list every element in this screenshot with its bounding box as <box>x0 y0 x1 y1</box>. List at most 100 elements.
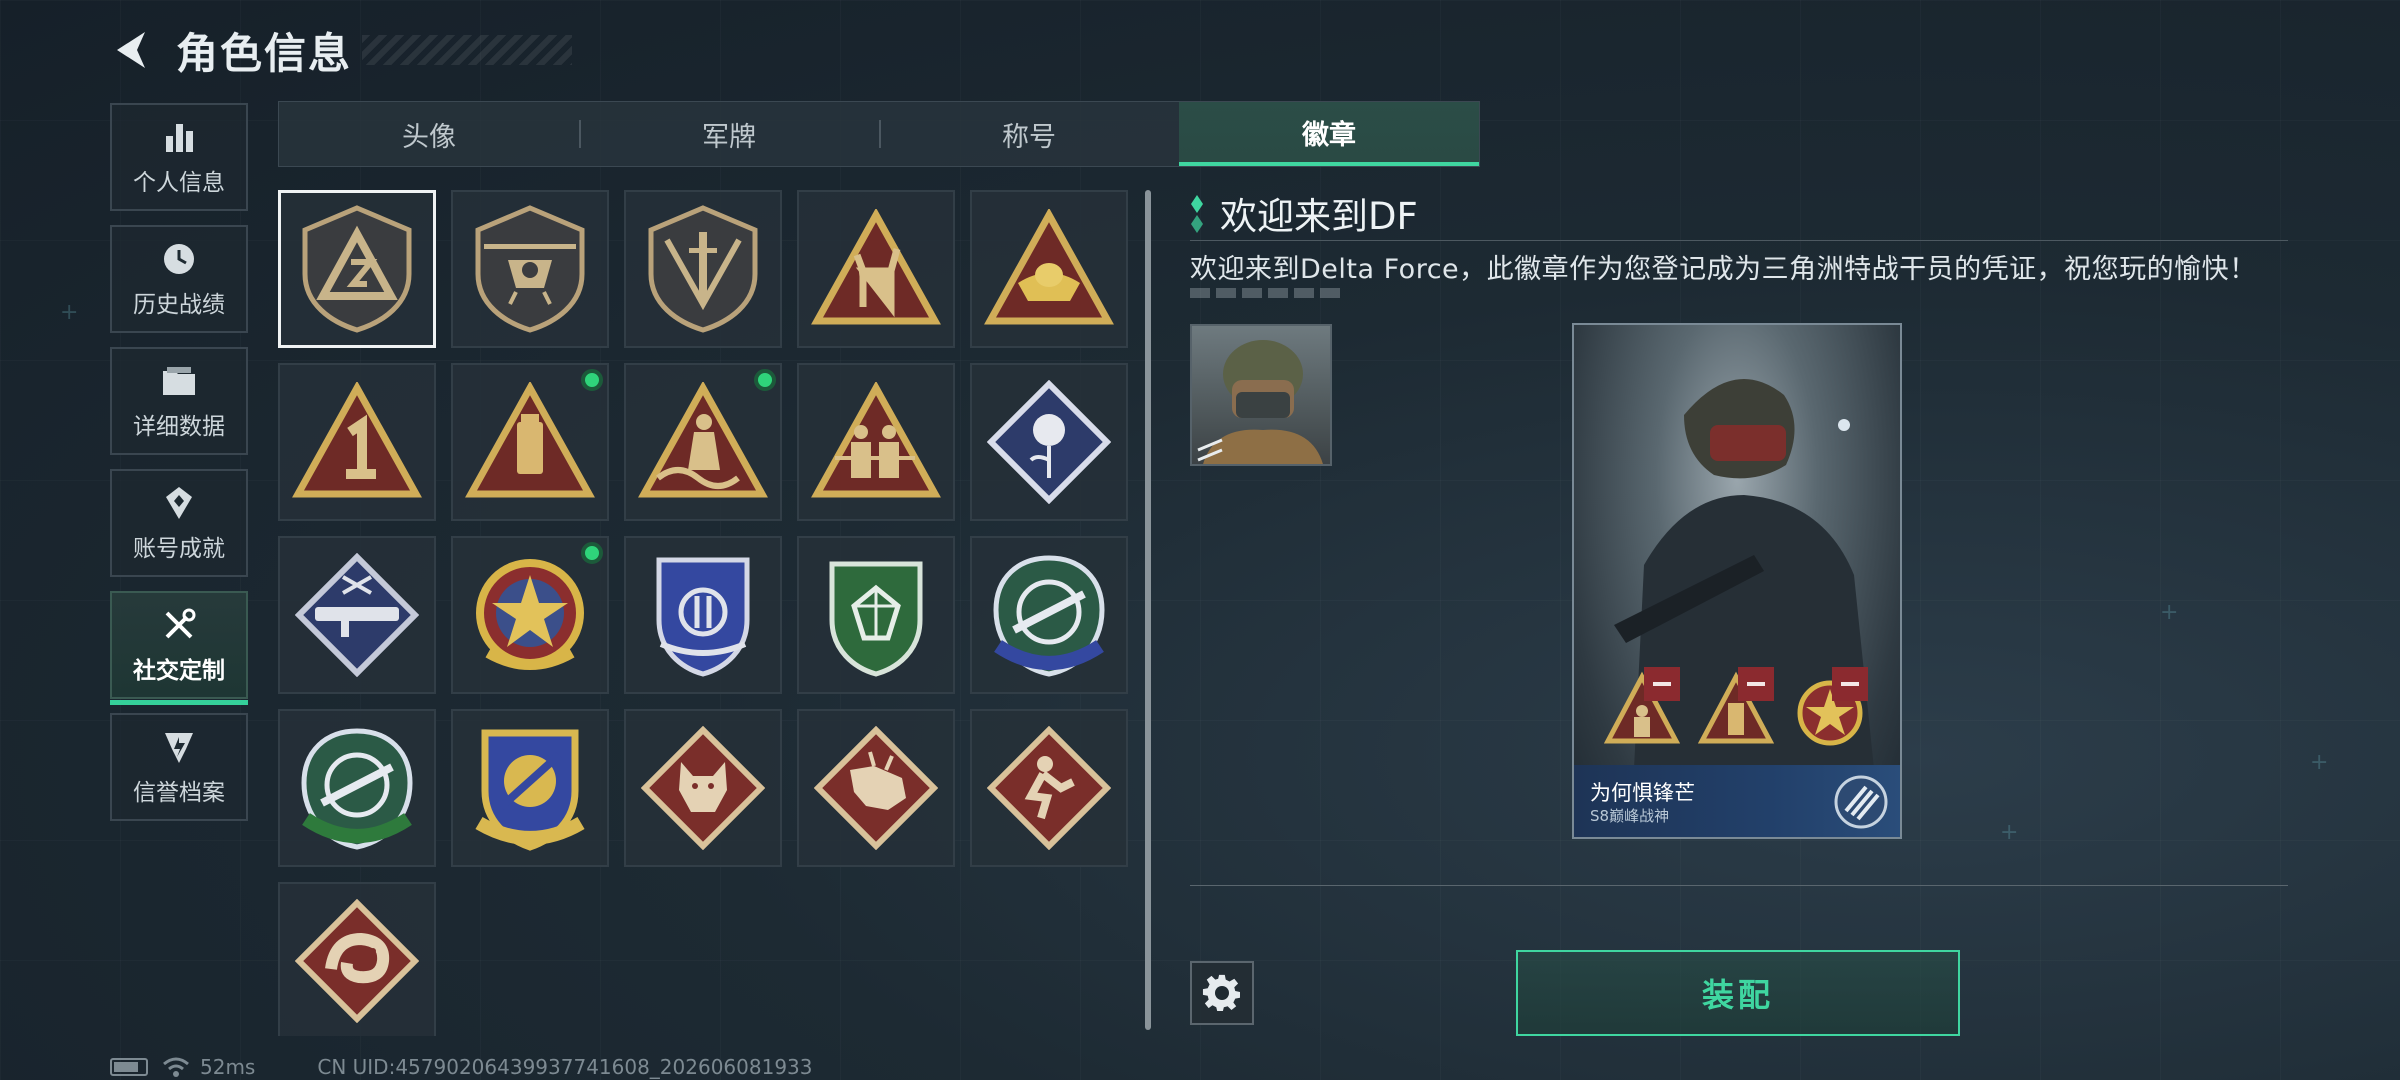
badge-detail-header: 欢迎来到DF <box>1190 186 1418 240</box>
badge-cell[interactable] <box>970 536 1128 694</box>
snake-diamond-badge-icon <box>295 899 419 1023</box>
badge-cell[interactable] <box>970 363 1128 521</box>
divider <box>1190 240 2288 241</box>
player-name: 为何惧锋芒 <box>1590 781 1695 805</box>
badge-cell[interactable] <box>451 190 609 348</box>
badge-cell[interactable] <box>797 190 955 348</box>
remove-badge-button[interactable] <box>1832 667 1868 701</box>
deco-cross: + <box>2310 750 2329 775</box>
badge-cell[interactable] <box>451 536 609 694</box>
ingot-triangle-badge-icon <box>984 209 1114 325</box>
blue-emblem-badge-icon <box>656 557 750 677</box>
sidebar-item-label: 个人信息 <box>133 170 225 196</box>
folder-icon <box>159 361 199 401</box>
soldiers-triangle-badge-icon <box>811 382 941 498</box>
badge-cell[interactable] <box>451 363 609 521</box>
gear-icon <box>1202 974 1240 1011</box>
badge-cell[interactable] <box>970 709 1128 867</box>
header: 角色信息 <box>108 22 573 78</box>
number-one-triangle-badge-icon <box>292 382 422 498</box>
tab-avatar[interactable]: 头像 <box>279 102 579 166</box>
sidebar-item-history[interactable]: 历史战绩 <box>110 225 248 333</box>
shield-icon <box>159 727 199 767</box>
avatar[interactable] <box>1190 324 1332 466</box>
diamond-marker-icon <box>1191 195 1203 233</box>
badge-cell[interactable] <box>797 709 955 867</box>
equipped-slot-2 <box>1697 667 1775 751</box>
back-button[interactable] <box>108 24 154 76</box>
tab-dogtag[interactable]: 军牌 <box>579 102 879 166</box>
tab-title[interactable]: 称号 <box>879 102 1179 166</box>
deco-cross: + <box>2160 600 2179 625</box>
equipped-slot-1 <box>1603 667 1681 751</box>
sidebar-item-label: 详细数据 <box>133 414 225 440</box>
gold-crossed-shield-badge-icon <box>475 729 585 851</box>
badge-cell[interactable] <box>451 709 609 867</box>
green-rifle-shield-badge-icon <box>301 728 413 850</box>
rank-emblem-icon <box>1834 775 1888 829</box>
medal-icon <box>159 483 199 523</box>
new-indicator <box>754 369 776 391</box>
badge-cell[interactable] <box>278 709 436 867</box>
operator-card[interactable]: 为何惧锋芒 S8巅峰战神 <box>1572 323 1902 839</box>
helicopter-shield-badge-icon <box>475 205 585 333</box>
badge-grid <box>278 190 1130 1036</box>
runner-diamond-badge-icon <box>987 726 1111 850</box>
green-gem-shield-badge-icon <box>829 561 923 677</box>
badge-cell[interactable] <box>797 536 955 694</box>
bar-chart-icon <box>159 117 199 157</box>
soldier-portrait-icon <box>1197 340 1323 464</box>
settings-button[interactable] <box>1190 961 1254 1025</box>
back-arrow-icon <box>117 32 145 68</box>
wolf-diamond-badge-icon <box>641 726 765 850</box>
dagger-shield-badge-icon <box>648 205 758 333</box>
dragon-diamond-badge-icon <box>814 726 938 850</box>
sidebar-item-label: 社交定制 <box>133 658 225 684</box>
remove-badge-button[interactable] <box>1738 667 1774 701</box>
rocket-launcher-diamond-badge-icon <box>295 553 419 677</box>
badge-cell[interactable] <box>278 190 436 348</box>
tab-badge[interactable]: 徽章 <box>1179 102 1479 166</box>
deco-cross: + <box>60 300 79 325</box>
status-bar: 52ms CN UID:4579020643993774160​8_202606… <box>110 1055 813 1079</box>
page-title: 角色信息 <box>176 28 353 78</box>
rock-hand-triangle-badge-icon <box>811 209 941 325</box>
sidebar-item-label: 历史战绩 <box>133 292 225 318</box>
badge-cell[interactable] <box>624 536 782 694</box>
sidebar-item-achievements[interactable]: 账号成就 <box>110 469 248 577</box>
wave-figure-triangle-badge-icon <box>638 382 768 498</box>
clock-icon <box>159 239 199 279</box>
deco-cross: + <box>2000 820 2019 845</box>
badge-description: 欢迎来到Delta Force，此徽章作为您登记成为三角洲特战干员的凭证，祝您玩… <box>1190 254 2257 285</box>
wifi-icon <box>163 1057 189 1077</box>
sidebar-item-label: 账号成就 <box>133 536 225 562</box>
triangle-shield-badge-icon <box>302 205 412 333</box>
faded-subtext <box>1190 288 1340 298</box>
remove-badge-button[interactable] <box>1644 667 1680 701</box>
badge-cell[interactable] <box>797 363 955 521</box>
grid-scrollbar[interactable] <box>1145 190 1151 1030</box>
equip-button[interactable]: 装配 <box>1516 950 1960 1036</box>
usb-triangle-badge-icon <box>465 382 595 498</box>
badge-cell[interactable] <box>624 190 782 348</box>
battery-icon <box>110 1058 148 1076</box>
badge-cell[interactable] <box>278 536 436 694</box>
ping-value: 52ms <box>200 1055 256 1079</box>
badge-cell[interactable] <box>278 363 436 521</box>
blue-rifle-shield-badge-icon <box>993 555 1105 677</box>
badge-cell[interactable] <box>624 709 782 867</box>
equip-button-label: 装配 <box>1701 976 1774 1014</box>
sidebar-item-label: 信誉档案 <box>133 780 225 806</box>
title-decoration <box>362 35 573 65</box>
badge-cell[interactable] <box>970 190 1128 348</box>
new-indicator <box>581 369 603 391</box>
sidebar: 个人信息 历史战绩 详细数据 账号成就 社交定制 信誉档案 <box>110 103 248 835</box>
badge-name: 欢迎来到DF <box>1220 195 1418 238</box>
sidebar-item-social-custom[interactable]: 社交定制 <box>110 591 248 705</box>
sidebar-item-detailed-data[interactable]: 详细数据 <box>110 347 248 455</box>
badge-cell[interactable] <box>278 882 436 1036</box>
card-footer: 为何惧锋芒 S8巅峰战神 <box>1574 765 1900 837</box>
sidebar-item-personal-info[interactable]: 个人信息 <box>110 103 248 211</box>
sidebar-item-credit-record[interactable]: 信誉档案 <box>110 713 248 821</box>
badge-cell[interactable] <box>624 363 782 521</box>
